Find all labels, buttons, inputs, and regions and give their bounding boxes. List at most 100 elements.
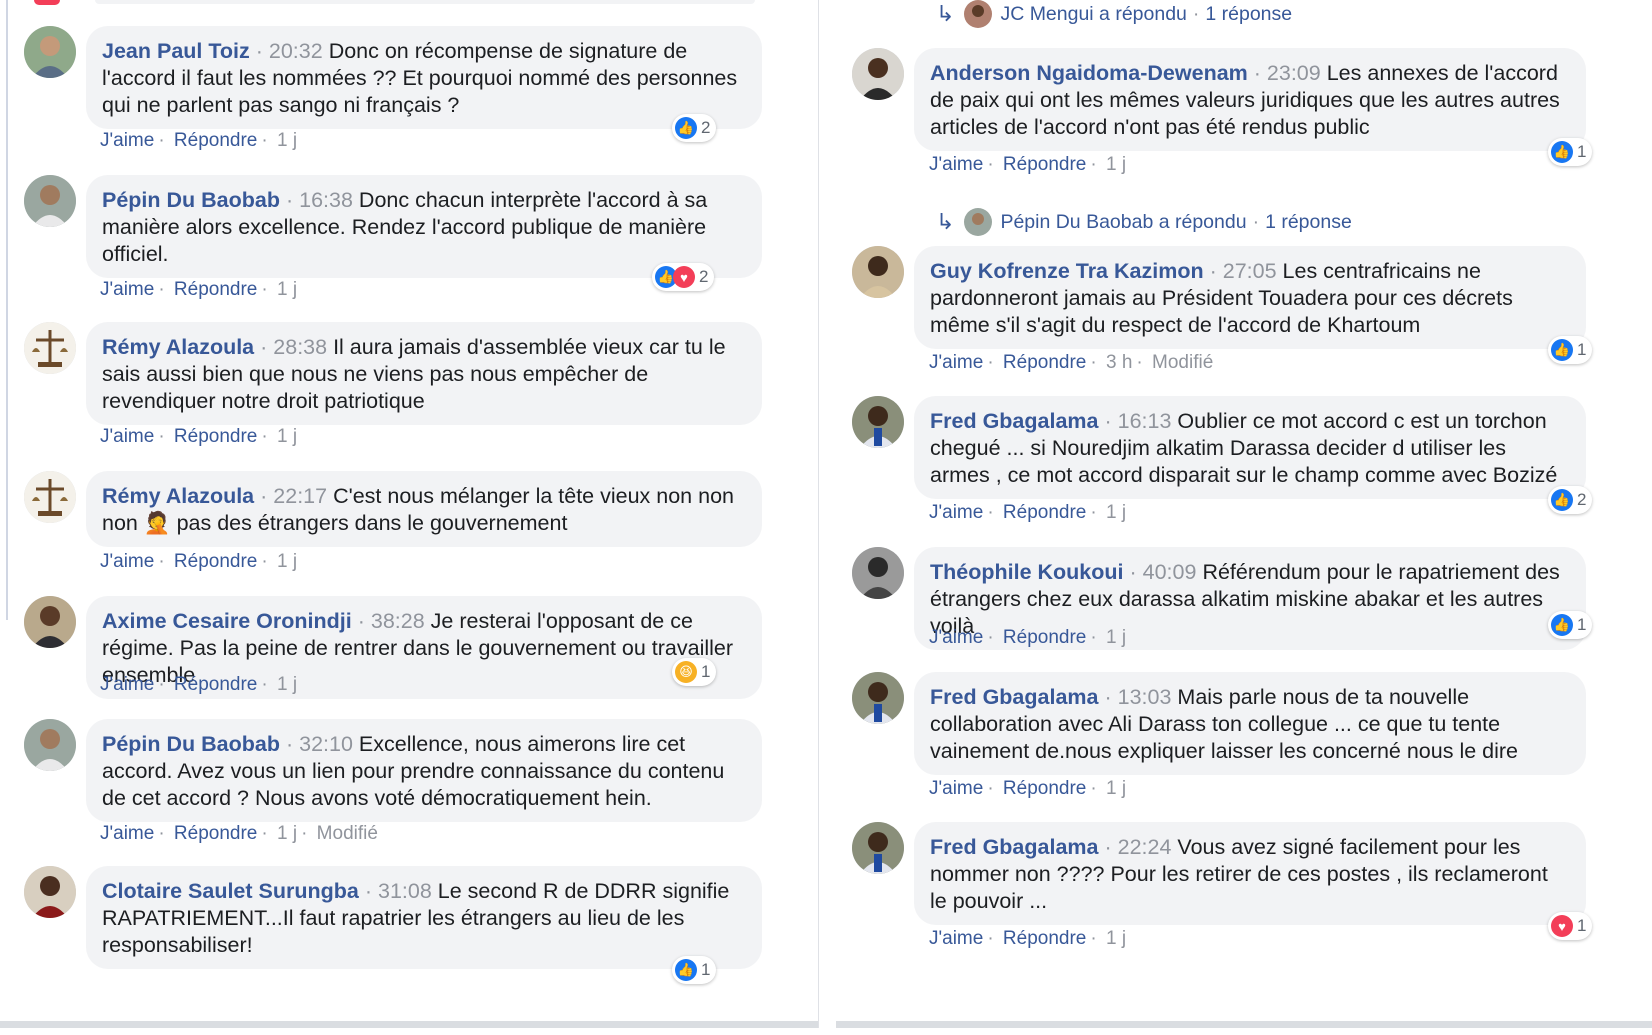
comment-bubble: Pépin Du Baobab · 32:10 Excellence, nous… xyxy=(86,719,762,822)
previous-comment-edge xyxy=(95,0,755,4)
like-link[interactable]: J'aime xyxy=(100,674,154,695)
avatar[interactable] xyxy=(852,396,904,448)
comment-author[interactable]: Rémy Alazoula xyxy=(102,335,254,359)
comment-author[interactable]: Fred Gbagalama xyxy=(930,685,1098,709)
comment-time: 31:08 xyxy=(378,879,432,903)
comment-age[interactable]: 1 j xyxy=(277,130,297,151)
reply-link[interactable]: Répondre xyxy=(1003,154,1086,175)
separator: · xyxy=(285,188,294,212)
separator: · xyxy=(260,484,268,508)
reaction-count[interactable]: 👍 1 xyxy=(672,956,717,984)
love-reaction-icon: ♥ xyxy=(673,266,695,288)
like-reaction-icon: 👍 xyxy=(1551,141,1573,163)
edited-label[interactable]: Modifié xyxy=(317,823,378,844)
comment-author[interactable]: Rémy Alazoula xyxy=(102,484,254,508)
avatar[interactable] xyxy=(24,471,76,523)
reaction-count[interactable]: 👍 2 xyxy=(672,114,717,142)
comment-actions: J'aime · Répondre · 1 j xyxy=(929,627,1127,648)
comment-time: 40:09 xyxy=(1142,560,1197,584)
haha-reaction-icon: 😆 xyxy=(675,661,697,683)
reply-link[interactable]: Répondre xyxy=(174,823,257,844)
comment-author[interactable]: Pépin Du Baobab xyxy=(102,188,280,212)
avatar[interactable] xyxy=(24,26,76,78)
like-link[interactable]: J'aime xyxy=(100,426,154,447)
avatar[interactable] xyxy=(852,822,904,874)
view-replies-link[interactable]: ↳ JC Mengui a répondu · 1 réponse xyxy=(936,0,1292,28)
reply-arrow-icon: ↳ xyxy=(936,1,955,26)
like-link[interactable]: J'aime xyxy=(100,823,154,844)
comment-time: 38:28 xyxy=(370,609,425,633)
like-link[interactable]: J'aime xyxy=(929,502,983,523)
like-link[interactable]: J'aime xyxy=(929,154,983,175)
comment-author[interactable]: Axime Cesaire Oronindji xyxy=(102,609,352,633)
like-link[interactable]: J'aime xyxy=(929,778,983,799)
avatar[interactable] xyxy=(24,719,76,771)
like-link[interactable]: J'aime xyxy=(100,130,154,151)
reaction-count[interactable]: 👍 1 xyxy=(1548,611,1593,639)
reaction-count[interactable]: 👍 1 xyxy=(1548,336,1593,364)
comment-age[interactable]: 3 h xyxy=(1106,352,1132,373)
comment-author[interactable]: Anderson Ngaidoma-Dewenam xyxy=(930,61,1248,85)
comment-age[interactable]: 1 j xyxy=(1106,502,1126,523)
avatar[interactable] xyxy=(24,866,76,918)
bottom-scroll-edge xyxy=(0,1021,818,1028)
comment-age[interactable]: 1 j xyxy=(277,551,297,572)
comment-bubble: Rémy Alazoula · 22:17 C'est nous mélange… xyxy=(86,471,762,547)
reply-link[interactable]: Répondre xyxy=(1003,352,1086,373)
comment-age[interactable]: 1 j xyxy=(277,279,297,300)
like-link[interactable]: J'aime xyxy=(929,627,983,648)
avatar[interactable] xyxy=(24,596,76,648)
avatar[interactable] xyxy=(24,175,76,227)
reaction-count[interactable]: 😆 1 xyxy=(672,658,717,686)
reply-link[interactable]: Répondre xyxy=(1003,928,1086,949)
comment-author[interactable]: Fred Gbagalama xyxy=(930,835,1098,859)
comment-author[interactable]: Clotaire Saulet Surungba xyxy=(102,879,359,903)
comment-age[interactable]: 1 j xyxy=(1106,154,1126,175)
avatar[interactable] xyxy=(852,48,904,100)
avatar[interactable] xyxy=(852,672,904,724)
comment-author[interactable]: Jean Paul Toiz xyxy=(102,39,250,63)
reaction-number: 2 xyxy=(1577,490,1587,509)
reply-link[interactable]: Répondre xyxy=(174,551,257,572)
comment-actions: J'aime · Répondre · 1 j xyxy=(929,154,1127,175)
reply-link[interactable]: Répondre xyxy=(1003,502,1086,523)
reply-arrow-icon: ↳ xyxy=(936,209,955,234)
comment-time: 13:03 xyxy=(1117,685,1172,709)
comment-author[interactable]: Fred Gbagalama xyxy=(930,409,1098,433)
comment-actions: J'aime · Répondre · 1 j xyxy=(100,130,298,151)
edited-label[interactable]: Modifié xyxy=(1152,352,1213,373)
comment-bubble: Pépin Du Baobab · 16:38 Donc chacun inte… xyxy=(86,175,762,278)
comment-age[interactable]: 1 j xyxy=(277,426,297,447)
comment-author[interactable]: Théophile Koukoui xyxy=(930,560,1124,584)
separator: · xyxy=(1129,560,1137,584)
comment-author[interactable]: Guy Kofrenze Tra Kazimon xyxy=(930,259,1204,283)
avatar[interactable] xyxy=(852,547,904,599)
like-link[interactable]: J'aime xyxy=(100,551,154,572)
separator: · xyxy=(364,879,373,903)
comment-age[interactable]: 1 j xyxy=(1106,778,1126,799)
comment-author[interactable]: Pépin Du Baobab xyxy=(102,732,280,756)
comment-age[interactable]: 1 j xyxy=(277,823,297,844)
reaction-count[interactable]: 👍 1 xyxy=(1548,138,1593,166)
reply-link[interactable]: Répondre xyxy=(174,279,257,300)
reply-link[interactable]: Répondre xyxy=(1003,627,1086,648)
reply-link[interactable]: Répondre xyxy=(174,130,257,151)
reply-link[interactable]: Répondre xyxy=(174,426,257,447)
reaction-count[interactable]: 👍 ♥ 2 xyxy=(652,263,715,291)
comment-age[interactable]: 1 j xyxy=(277,674,297,695)
comment-actions: J'aime · Répondre · 1 j xyxy=(100,551,298,572)
reaction-count[interactable]: ♥ 1 xyxy=(1548,912,1593,940)
comment-age[interactable]: 1 j xyxy=(1106,627,1126,648)
avatar[interactable] xyxy=(852,246,904,298)
reaction-count[interactable]: 👍 2 xyxy=(1548,486,1593,514)
view-replies-link[interactable]: ↳ Pépin Du Baobab a répondu · 1 réponse xyxy=(936,208,1352,236)
like-reaction-icon: 👍 xyxy=(1551,614,1573,636)
like-link[interactable]: J'aime xyxy=(100,279,154,300)
comment-age[interactable]: 1 j xyxy=(1106,928,1126,949)
reply-link[interactable]: Répondre xyxy=(174,674,257,695)
like-link[interactable]: J'aime xyxy=(929,928,983,949)
reaction-number: 1 xyxy=(701,960,711,979)
avatar[interactable] xyxy=(24,322,76,374)
like-link[interactable]: J'aime xyxy=(929,352,983,373)
reply-link[interactable]: Répondre xyxy=(1003,778,1086,799)
